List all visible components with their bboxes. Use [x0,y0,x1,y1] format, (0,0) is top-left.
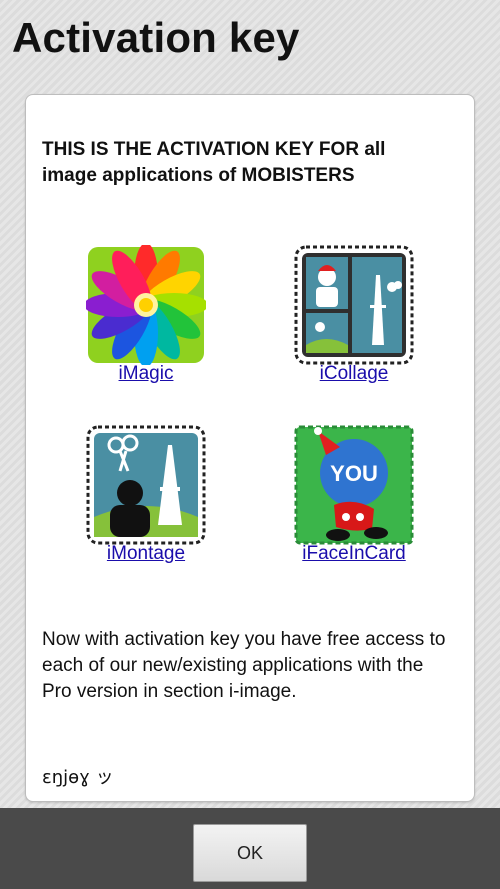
dialog-card: THIS IS THE ACTIVATION KEY FOR all image… [25,94,475,802]
imontage-icon[interactable] [86,425,206,545]
svg-text:YOU: YOU [330,461,378,486]
imontage-link[interactable]: iMontage [81,543,211,565]
imagic-icon[interactable] [86,245,206,365]
app-ifaceincard[interactable]: YOU iFaceInCard [289,425,419,565]
app-imagic[interactable]: iMagic [81,245,211,385]
dialog-body-text: Now with activation key you have free ac… [42,629,446,702]
signoff-text: ɛŋjѳɣ ッ [42,767,114,788]
ifaceincard-link[interactable]: iFaceInCard [289,543,419,565]
app-imontage[interactable]: iMontage [81,425,211,565]
ifaceincard-icon[interactable]: YOU [294,425,414,545]
dialog-heading: THIS IS THE ACTIVATION KEY FOR all image… [42,139,386,186]
dialog-title: Activation key [12,14,300,61]
icollage-link[interactable]: iCollage [289,363,419,385]
button-bar: OK [0,808,500,889]
imagic-link[interactable]: iMagic [81,363,211,385]
icollage-icon[interactable] [294,245,414,365]
app-icollage[interactable]: iCollage [289,245,419,385]
ok-button[interactable]: OK [193,824,307,882]
